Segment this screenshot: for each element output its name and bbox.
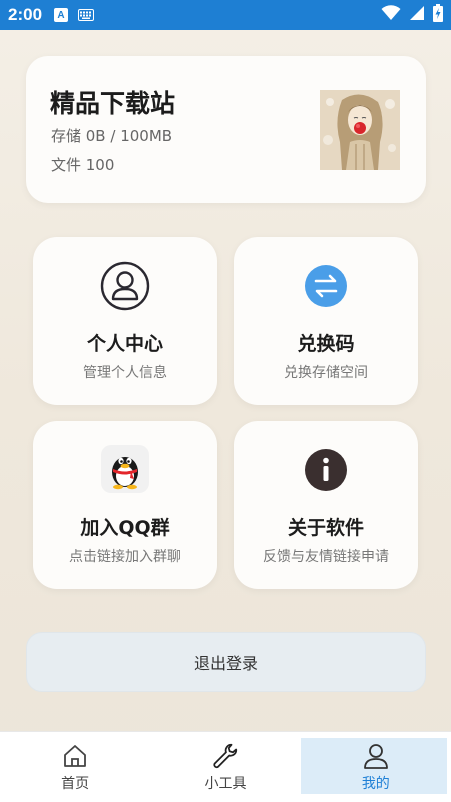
tile-title: 关于软件 [287, 517, 364, 539]
wifi-icon [381, 5, 401, 25]
battery-charging-icon [433, 4, 443, 26]
tile-subtitle: 反馈与友情链接申请 [263, 549, 389, 565]
nav-label: 我的 [361, 775, 390, 792]
user-icon [100, 261, 150, 311]
nav-label: 小工具 [204, 775, 247, 792]
exchange-icon [301, 261, 351, 311]
profile-card: 精品下载站 存储 0B / 100MB 文件 100 [26, 56, 426, 203]
tile-title: 加入QQ群 [80, 517, 170, 539]
tile-subtitle: 兑换存储空间 [284, 365, 368, 381]
tile-subtitle: 点击链接加入群聊 [69, 549, 181, 565]
a-icon: A [54, 8, 69, 22]
personal-center-card[interactable]: 个人中心 管理个人信息 [33, 237, 217, 405]
keyboard-icon [78, 6, 95, 25]
logout-button[interactable]: 退出登录 [26, 632, 426, 692]
nav-mine[interactable]: 我的 [300, 732, 451, 802]
site-title: 精品下载站 [50, 89, 176, 118]
home-icon [61, 742, 89, 770]
status-time: 2:00 [8, 5, 43, 24]
tile-title: 兑换码 [297, 333, 355, 355]
nav-tools[interactable]: 小工具 [150, 732, 300, 802]
file-count: 文件 100 [51, 156, 115, 174]
tile-title: 个人中心 [86, 333, 163, 355]
about-software-card[interactable]: 关于软件 反馈与友情链接申请 [234, 421, 418, 589]
redeem-code-card[interactable]: 兑换码 兑换存储空间 [234, 237, 418, 405]
wrench-icon [211, 742, 239, 770]
person-icon [362, 742, 390, 770]
join-qq-group-card[interactable]: 加入QQ群 点击链接加入群聊 [33, 421, 217, 589]
tile-subtitle: 管理个人信息 [83, 365, 167, 381]
status-bar: 2:00 A [0, 0, 451, 30]
storage-usage: 存储 0B / 100MB [51, 127, 173, 145]
avatar[interactable] [320, 90, 400, 170]
nav-home[interactable]: 首页 [0, 732, 150, 802]
signal-icon [409, 5, 425, 25]
qq-penguin-icon [101, 445, 149, 493]
nav-label: 首页 [61, 775, 90, 792]
bottom-nav: 首页 小工具 我的 [0, 731, 451, 802]
info-icon [301, 445, 351, 495]
